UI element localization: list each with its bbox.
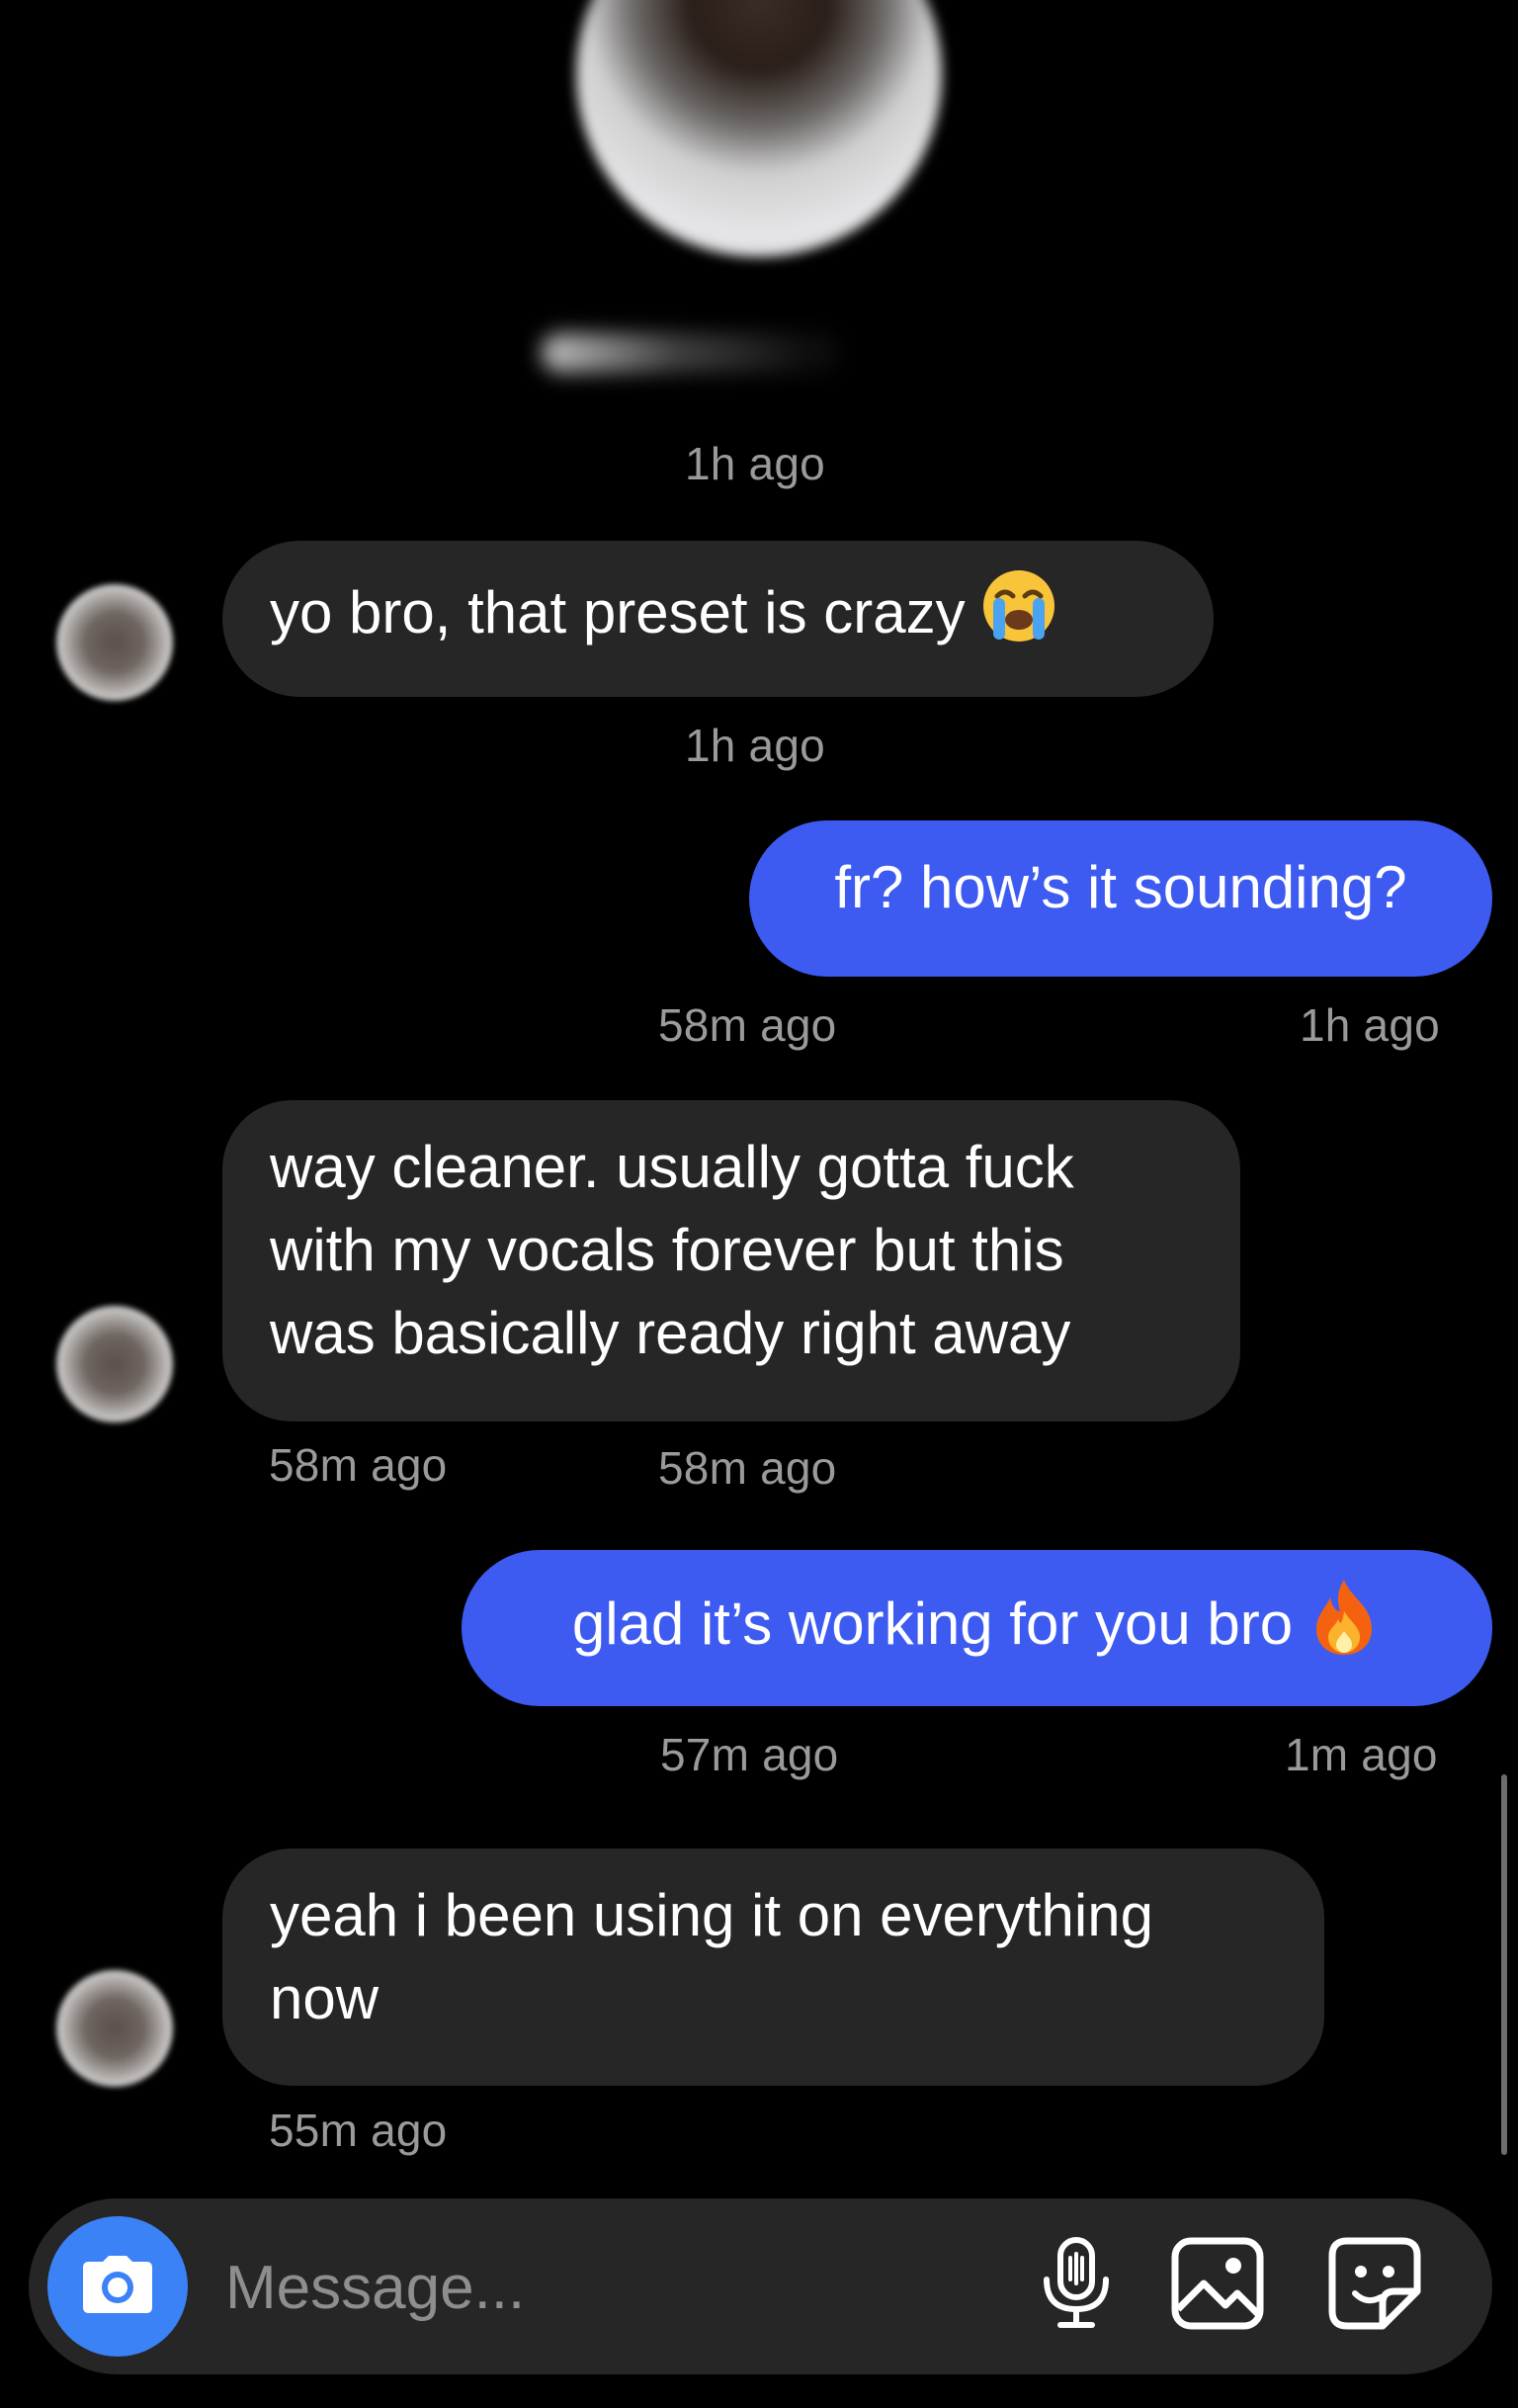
message-text: yo bro, that preset is crazy — [270, 578, 966, 645]
message-timestamp: 58m ago — [658, 999, 837, 1051]
message-bubble-incoming[interactable]: yeah i been using it on everything now — [222, 1849, 1324, 2086]
profile-name-redacted — [542, 333, 838, 373]
fire-icon — [1307, 1576, 1382, 1680]
message-timestamp: 58m ago — [269, 1439, 448, 1491]
message-line: was basically ready right away — [270, 1300, 1071, 1366]
profile-photo[interactable] — [576, 0, 942, 257]
camera-icon — [81, 2254, 154, 2320]
message-timestamp: 1h ago — [685, 720, 825, 771]
message-bubble-outgoing[interactable]: fr? how’s it sounding? — [749, 820, 1492, 977]
message-line: now — [270, 1965, 380, 2031]
message-line: yeah i been using it on everything — [270, 1882, 1153, 1948]
sender-avatar[interactable] — [56, 1306, 173, 1422]
message-line: with my vocals forever but this — [270, 1217, 1064, 1283]
microphone-icon — [1039, 2236, 1114, 2336]
gallery-button[interactable] — [1168, 2236, 1267, 2335]
message-bubble-incoming[interactable]: way cleaner. usually gotta fuck with my … — [222, 1100, 1240, 1421]
sticker-icon — [1327, 2236, 1422, 2336]
message-text: fr? how’s it sounding? — [834, 854, 1407, 920]
message-timestamp: 55m ago — [269, 2105, 448, 2156]
dm-screen: 1h ago yo bro, that preset is crazy 1h a… — [0, 0, 1518, 2408]
sender-avatar[interactable] — [56, 584, 173, 701]
message-timestamp: 57m ago — [660, 1729, 839, 1780]
message-input[interactable] — [223, 2242, 998, 2333]
message-timestamp: 58m ago — [658, 1442, 837, 1494]
voice-message-button[interactable] — [1027, 2236, 1126, 2335]
message-bubble-outgoing[interactable]: glad it’s working for you bro — [462, 1550, 1492, 1706]
message-composer — [29, 2198, 1492, 2374]
gallery-icon — [1170, 2236, 1265, 2336]
sticker-button[interactable] — [1325, 2236, 1424, 2335]
loudly-crying-face-icon — [979, 566, 1058, 667]
message-line: way cleaner. usually gotta fuck — [270, 1134, 1074, 1200]
message-bubble-incoming[interactable]: yo bro, that preset is crazy — [222, 541, 1214, 697]
camera-button[interactable] — [47, 2216, 188, 2357]
header-timestamp: 1h ago — [685, 438, 825, 489]
message-timestamp: 1h ago — [1300, 999, 1440, 1051]
sender-avatar[interactable] — [56, 1970, 173, 2087]
message-timestamp: 1m ago — [1285, 1729, 1438, 1780]
message-text: glad it’s working for you bro — [571, 1590, 1294, 1657]
scrollbar[interactable] — [1501, 1774, 1507, 2155]
